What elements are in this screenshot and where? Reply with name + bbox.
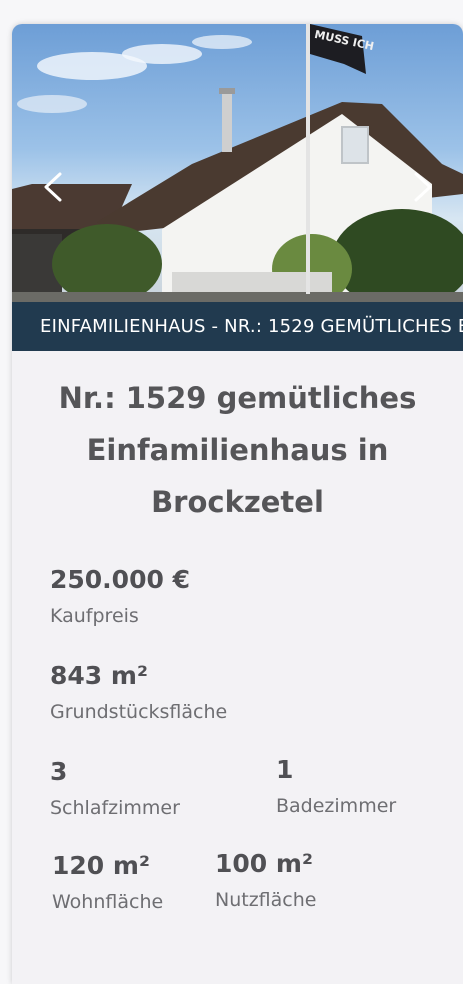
price-label: Kaufpreis bbox=[50, 605, 139, 627]
usable-area-value: 100 m² bbox=[215, 849, 313, 878]
carousel-next-button[interactable] bbox=[404, 170, 438, 204]
usable-area-fact: 100 m² Nutzfläche bbox=[215, 848, 316, 914]
plot-area-label: Grundstücksfläche bbox=[50, 701, 228, 723]
bedrooms-value: 3 bbox=[50, 757, 68, 786]
listing-card[interactable]: MUSS ICH EINFAMILIENHAUS - NR.: 1529 GEM… bbox=[12, 24, 463, 984]
bedrooms-fact: 3 Schlafzimmer bbox=[50, 756, 180, 822]
usable-area-label: Nutzfläche bbox=[215, 889, 317, 911]
chevron-left-icon bbox=[44, 172, 62, 202]
bathrooms-fact: 1 Badezimmer bbox=[276, 754, 396, 820]
living-area-value: 120 m² bbox=[52, 851, 150, 880]
living-area-fact: 120 m² Wohnfläche bbox=[52, 850, 163, 916]
listing-title: Nr.: 1529 gemütliches Einfamilienhaus in… bbox=[58, 381, 417, 519]
price-value: 250.000 € bbox=[50, 565, 190, 594]
plot-area-fact: 843 m² Grundstücksfläche bbox=[50, 660, 227, 726]
carousel-prev-button[interactable] bbox=[38, 170, 72, 204]
chevron-right-icon bbox=[414, 172, 432, 202]
house-photo-illustration bbox=[12, 24, 463, 302]
plot-area-value: 843 m² bbox=[50, 661, 148, 690]
living-area-label: Wohnfläche bbox=[52, 891, 164, 913]
listing-banner: EINFAMILIENHAUS - NR.: 1529 GEMÜTLICHES … bbox=[12, 302, 463, 351]
listing-photo[interactable]: MUSS ICH bbox=[12, 24, 463, 302]
price-fact: 250.000 € Kaufpreis bbox=[50, 564, 190, 630]
bedrooms-label: Schlafzimmer bbox=[50, 797, 180, 819]
bathrooms-value: 1 bbox=[276, 755, 294, 784]
bathrooms-label: Badezimmer bbox=[276, 795, 397, 817]
